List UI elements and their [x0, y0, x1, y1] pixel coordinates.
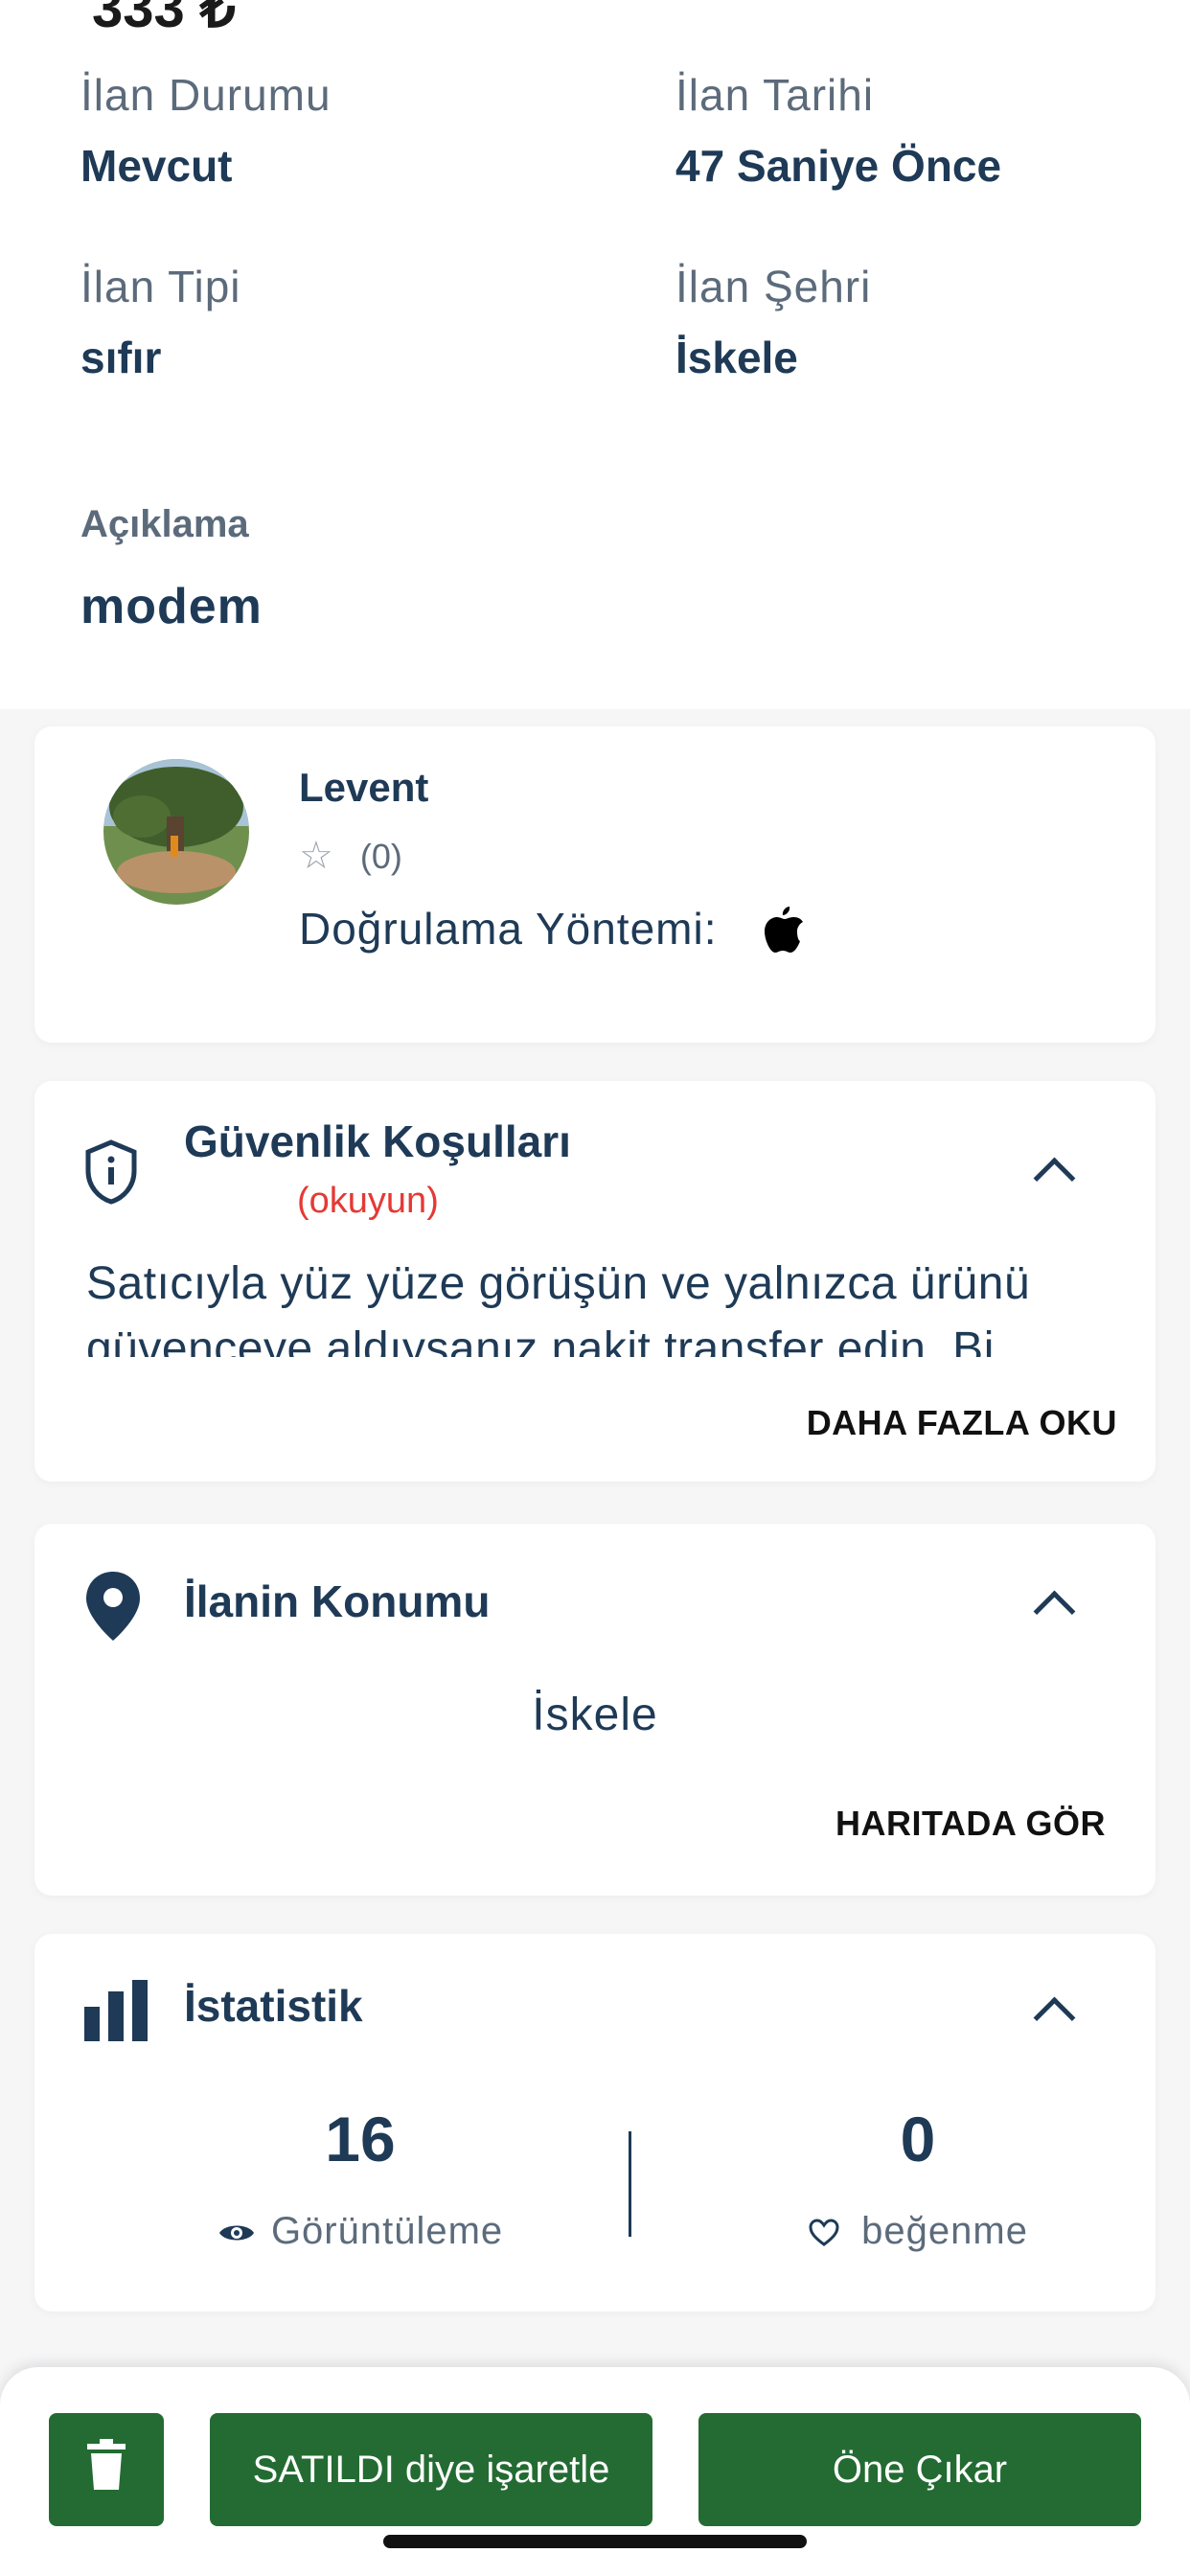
seller-rating: ☆ (0)	[299, 834, 402, 878]
description-value: modem	[80, 579, 263, 634]
views-stat: Görüntüleme	[169, 2210, 552, 2253]
date-value: 47 Saniye Önce	[675, 141, 1002, 191]
likes-label: beğenme	[861, 2210, 1028, 2252]
safety-text-line: güvenceye aldıysanız nakit transfer edin…	[86, 1323, 1035, 1357]
listing-details: 333 ₺ İlan Durumu Mevcut İlan Tarihi 47 …	[0, 0, 1190, 709]
location-card: İlanin Konumu İskele HARITADA GÖR	[34, 1524, 1156, 1896]
city-label: İlan Şehri	[675, 262, 872, 311]
apple-icon	[761, 905, 805, 959]
listing-price: 333 ₺	[92, 0, 236, 39]
statistics-card: İstatistik 16 Görüntüleme 0 beğenme	[34, 1934, 1156, 2312]
safety-subtitle[interactable]: (okuyun)	[297, 1181, 439, 1222]
heart-icon	[808, 2210, 861, 2252]
type-label: İlan Tipi	[80, 262, 241, 311]
location-title: İlanin Konumu	[184, 1576, 491, 1626]
type-value: sıfır	[80, 333, 162, 382]
bar-chart-icon	[82, 1978, 149, 2050]
verification-label: Doğrulama Yöntemi:	[299, 904, 718, 954]
safety-card: Güvenlik Koşulları (okuyun) Satıcıyla yü…	[34, 1081, 1156, 1482]
seller-card[interactable]: Levent ☆ (0) Doğrulama Yöntemi:	[34, 726, 1156, 1043]
date-label: İlan Tarihi	[675, 70, 875, 120]
read-more-button[interactable]: DAHA FAZLA OKU	[807, 1403, 1117, 1443]
likes-count: 0	[900, 2104, 936, 2174]
likes-stat: beğenme	[726, 2210, 1110, 2253]
eye-icon	[217, 2210, 271, 2252]
description-label: Açıklama	[80, 503, 249, 545]
rating-count: (0)	[359, 837, 402, 876]
chevron-up-icon[interactable]	[1033, 1590, 1076, 1633]
views-label: Görüntüleme	[270, 2210, 504, 2252]
views-count: 16	[325, 2104, 396, 2174]
avatar[interactable]	[103, 759, 249, 905]
seller-name: Levent	[299, 765, 429, 810]
see-on-map-button[interactable]: HARITADA GÖR	[835, 1804, 1106, 1844]
safety-text: Satıcıyla yüz yüze görüşün ve yalnızca ü…	[86, 1252, 1131, 1357]
delete-button[interactable]	[49, 2413, 164, 2526]
stats-divider	[629, 2131, 631, 2237]
star-icon: ☆	[299, 835, 333, 877]
statistics-title: İstatistik	[184, 1981, 363, 2031]
status-label: İlan Durumu	[80, 70, 332, 120]
map-pin-icon	[82, 1570, 144, 1647]
trash-icon	[85, 2438, 127, 2501]
mark-sold-button[interactable]: SATILDI diye işaretle	[210, 2413, 652, 2526]
home-indicator	[383, 2535, 807, 2548]
safety-text-line: Satıcıyla yüz yüze görüşün ve yalnızca ü…	[86, 1258, 1031, 1309]
city-value: İskele	[675, 333, 798, 382]
chevron-up-icon[interactable]	[1033, 1157, 1076, 1200]
location-city: İskele	[532, 1690, 658, 1740]
promote-button[interactable]: Öne Çıkar	[698, 2413, 1141, 2526]
safety-title: Güvenlik Koşulları	[184, 1116, 571, 1166]
status-value: Mevcut	[80, 141, 233, 191]
chevron-up-icon[interactable]	[1033, 1996, 1076, 2039]
shield-icon	[82, 1138, 140, 1210]
